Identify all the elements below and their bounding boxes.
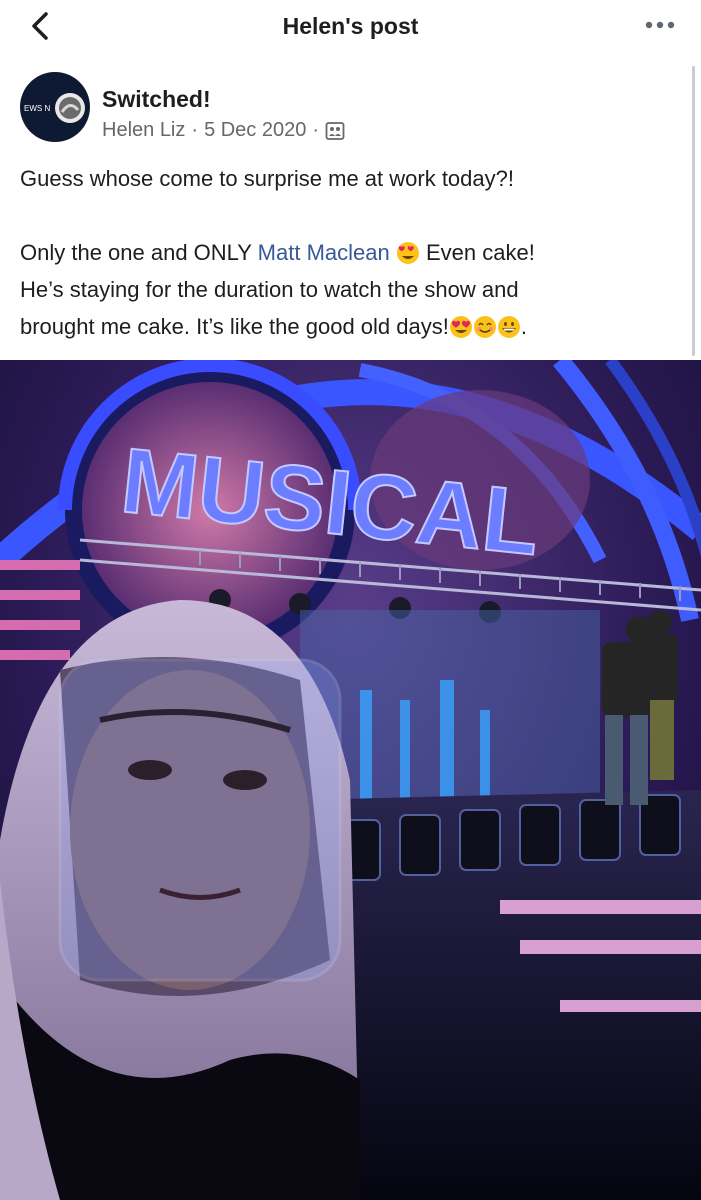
post-text: Guess whose come to surprise me at work …	[20, 160, 680, 345]
heart-eyes-emoji	[449, 316, 472, 338]
post-line: Guess whose come to surprise me at work …	[20, 166, 514, 191]
page-title: Helen's post	[282, 13, 419, 39]
post-header: EWS N Switched! Helen Liz · 5 Dec 2020 ·	[20, 72, 681, 142]
meta-separator: ·	[312, 119, 320, 141]
page-name-link[interactable]: Switched!	[102, 86, 211, 113]
post-meta: Helen Liz · 5 Dec 2020 ·	[102, 119, 345, 142]
post-line: He’s staying for the duration to watch t…	[20, 277, 519, 302]
smiling-emoji	[473, 316, 496, 338]
post-line: brought me cake. It’s like the good old …	[20, 314, 527, 339]
post-photo[interactable]: MUSICAL	[0, 360, 701, 1200]
more-horizontal-icon[interactable]	[639, 8, 681, 42]
mention-link[interactable]: Matt Maclean	[258, 240, 390, 265]
post-line: Only the one and ONLY Matt Maclean Even …	[20, 240, 535, 265]
post-date-link[interactable]: 5 Dec 2020	[204, 119, 306, 142]
group-audience-icon	[325, 121, 345, 140]
scrollbar[interactable]	[692, 66, 695, 356]
meta-separator: ·	[191, 119, 199, 141]
avatar[interactable]: EWS N	[20, 72, 90, 142]
grinning-emoji	[497, 316, 520, 338]
heart-eyes-emoji	[396, 242, 419, 264]
author-link[interactable]: Helen Liz	[102, 119, 185, 142]
avatar-text: EWS N	[24, 104, 50, 113]
top-nav-bar: Helen's post	[0, 0, 701, 52]
